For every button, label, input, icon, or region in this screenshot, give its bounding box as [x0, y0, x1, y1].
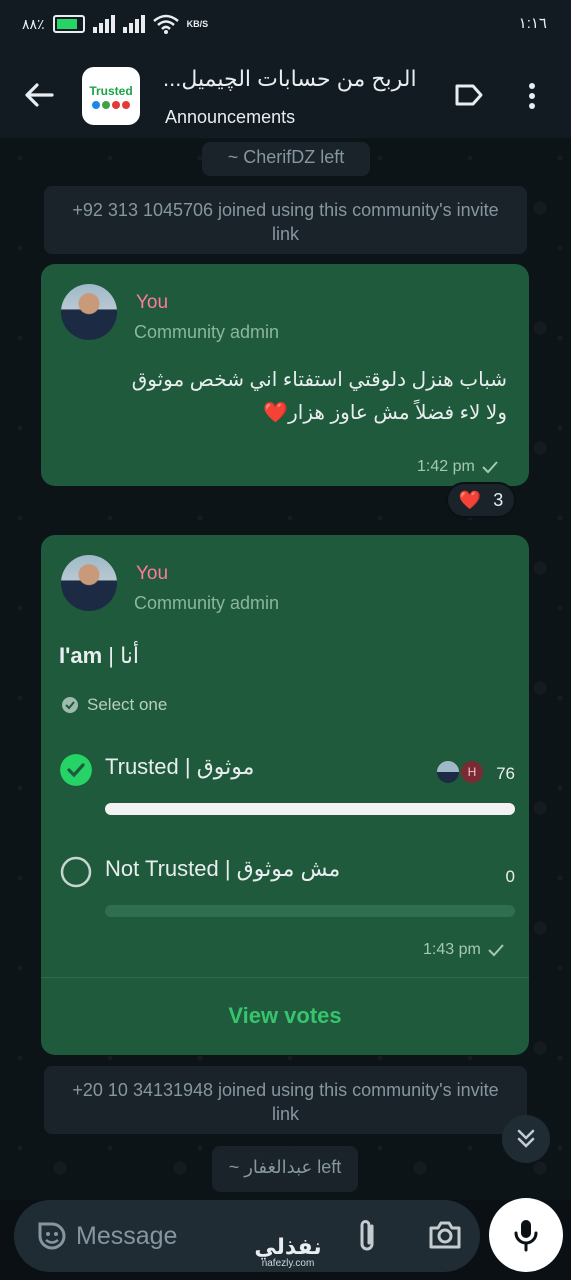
reaction-count: 3	[493, 489, 504, 510]
system-message-joined: +20 10 34131948 joined using this commun…	[44, 1066, 527, 1134]
poll-option-bar	[105, 803, 515, 815]
poll-bubble: You Community admin I'am | أنا Select on…	[41, 535, 529, 1055]
battery-icon	[52, 15, 85, 33]
sender-name: You	[136, 563, 169, 584]
network-speed: KB/S	[186, 19, 209, 29]
system-message-joined: +92 313 1045706 joined using this commun…	[44, 186, 527, 254]
message-bubble[interactable]: You Community admin شباب هنزل دلوقتي است…	[41, 264, 529, 486]
sent-check-icon	[482, 461, 498, 474]
poll-question: I'am | أنا	[59, 643, 139, 669]
poll-hint-text: Select one	[87, 695, 168, 714]
reaction-badge[interactable]: ❤️ 3	[446, 482, 516, 518]
poll-option-count: 76	[496, 764, 515, 783]
watermark-latin: nafezly.com	[261, 1258, 315, 1269]
group-title[interactable]: الربح من حسابات الچيميل...	[163, 66, 433, 92]
back-arrow-icon[interactable]	[22, 78, 56, 112]
voter-avatar-initial: H	[459, 759, 485, 785]
group-subtitle[interactable]: Announcements	[165, 107, 295, 128]
poll-question-bold: I'am	[59, 643, 103, 668]
scroll-to-bottom-button[interactable]	[502, 1115, 550, 1163]
poll-question-rest: | أنا	[102, 643, 140, 668]
signal-icon	[92, 15, 115, 33]
sender-role: Community admin	[134, 322, 280, 342]
double-chevron-down-icon	[517, 1129, 535, 1148]
microphone-icon	[514, 1220, 538, 1252]
group-avatar[interactable]: Trusted	[82, 67, 140, 125]
poll-divider	[41, 977, 529, 978]
poll-meta: 1:43 pm	[423, 941, 505, 959]
watermark-arabic: نفذلي	[254, 1234, 322, 1259]
wifi-icon	[152, 14, 179, 34]
watermark: نفذلي nafezly.com	[248, 1236, 328, 1270]
voice-record-button[interactable]	[489, 1198, 563, 1272]
poll-option-bar	[105, 905, 515, 917]
system-message-left: ~ عبدالغفار left	[212, 1146, 358, 1192]
sender-role: Community admin	[134, 593, 280, 613]
check-circle-icon	[62, 697, 78, 713]
poll-hint: Select one	[61, 695, 167, 715]
poll-time: 1:43 pm	[423, 941, 481, 958]
sender-avatar[interactable]	[61, 555, 117, 611]
heart-icon: ❤️	[458, 489, 482, 510]
sender-avatar[interactable]	[61, 284, 117, 340]
group-avatar-text: Trusted	[89, 83, 133, 98]
emoji-icon[interactable]	[36, 1220, 68, 1252]
status-left: ٨٨٪ KB/S	[22, 14, 208, 34]
option-radio-icon[interactable]	[60, 856, 92, 888]
label-icon[interactable]	[454, 82, 484, 108]
attach-icon[interactable]	[354, 1218, 380, 1254]
camera-icon[interactable]	[428, 1220, 462, 1250]
message-text: شباب هنزل دلوقتي استفتاء اني شخص موثوق و…	[67, 364, 507, 430]
message-meta: 1:42 pm	[417, 458, 499, 476]
sender-name: You	[136, 292, 169, 313]
message-line-1: شباب هنزل دلوقتي استفتاء اني شخص موثوق	[131, 369, 507, 391]
poll-option-count: 0	[505, 867, 515, 886]
status-time: ١:١٦	[518, 15, 547, 32]
message-time: 1:42 pm	[417, 458, 475, 475]
message-composer	[14, 1200, 480, 1272]
view-votes-button[interactable]: View votes	[41, 1003, 529, 1029]
voter-avatar	[435, 759, 461, 785]
group-avatar-dots	[92, 100, 130, 109]
message-line-2: ولا لاء فضلاً مش عاوز هزار❤️	[263, 402, 507, 424]
poll-option-label[interactable]: Trusted | موثوق	[105, 754, 254, 780]
poll-option-bar-fill	[105, 803, 515, 815]
status-bar: ٨٨٪ KB/S ١:١٦	[0, 0, 571, 52]
system-message-left: ~ CherifDZ left	[202, 142, 370, 176]
more-options-icon[interactable]	[527, 82, 537, 110]
sent-check-icon	[488, 944, 504, 957]
option-selected-check-icon[interactable]	[60, 754, 92, 786]
battery-percent: ٨٨٪	[22, 15, 45, 32]
signal-icon-2	[122, 15, 145, 33]
chat-header: Trusted الربح من حسابات الچيميل... Annou…	[0, 52, 571, 138]
poll-option-label[interactable]: Not Trusted | مش موثوق	[105, 856, 340, 882]
